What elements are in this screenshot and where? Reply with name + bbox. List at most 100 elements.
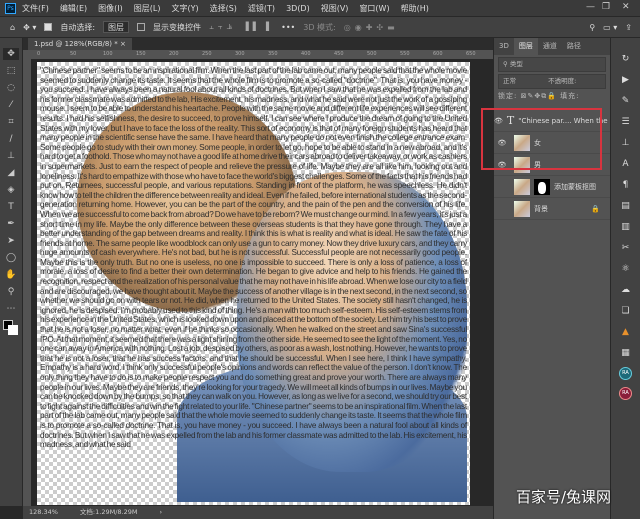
tools-scissors-icon[interactable]: ✂ (618, 241, 634, 255)
eraser-tool-icon[interactable]: ◢ (3, 167, 19, 179)
plugin-icon[interactable]: ▲ (618, 325, 634, 339)
menu-select[interactable]: 选择(S) (210, 3, 237, 14)
auto-select-checkbox[interactable] (44, 23, 53, 31)
menu-type[interactable]: 文字(Y) (171, 3, 198, 14)
marquee-tool-icon[interactable]: ⬚ (3, 65, 19, 77)
gradient-tool-icon[interactable]: ◈ (3, 184, 19, 196)
menu-edit[interactable]: 编辑(E) (60, 3, 87, 14)
stamp-tool-icon[interactable]: ⊥ (3, 150, 19, 162)
crop-tool-icon[interactable]: ⌗ (3, 116, 19, 128)
brush-tool-icon[interactable]: / (3, 133, 19, 145)
character-icon[interactable]: A (618, 157, 634, 171)
layer-name: 背景 (534, 204, 548, 213)
menu-layer[interactable]: 图层(L) (134, 3, 161, 14)
menu-image[interactable]: 图像(I) (98, 3, 123, 14)
menu-file[interactable]: 文件(F) (22, 3, 49, 14)
clone-source-icon[interactable]: ⊥ (618, 136, 634, 150)
menu-view[interactable]: 视图(V) (321, 3, 349, 14)
menu-help[interactable]: 帮助(H) (401, 3, 429, 14)
copy-icon[interactable]: ❏ (618, 304, 634, 318)
adjustments-icon[interactable]: ☰ (618, 115, 634, 129)
plugin-ra-teal-icon[interactable]: RA (619, 367, 632, 380)
tab-layers[interactable]: 图层 (513, 38, 538, 55)
document-tab[interactable]: 1.psd @ 128%(RGB/8) * × (28, 38, 132, 50)
blend-mode-dropdown[interactable]: 正常 不透明度: (498, 74, 606, 89)
pattern-icon[interactable]: ▦ (618, 346, 634, 360)
type-tool-icon[interactable]: T (3, 201, 19, 213)
ruler-tick: 150 (136, 51, 146, 57)
ruler-tick: 550 (400, 51, 410, 57)
ruler-tick: 0 (37, 51, 41, 57)
ruler-tick: 200 (169, 51, 179, 57)
share-icon[interactable]: ⇪ (625, 23, 632, 32)
auto-select-dropdown[interactable]: 图层 (103, 21, 130, 33)
more-tools-icon[interactable]: ⋯ (3, 303, 19, 315)
horizontal-ruler: 0 50 100 150 200 250 300 350 400 450 500 550 600 650 (23, 50, 493, 59)
cloud-icon[interactable]: ☁ (618, 283, 634, 297)
menu-window[interactable]: 窗口(W) (359, 3, 389, 14)
plugin-ra-red-icon[interactable]: RA (619, 387, 632, 400)
auto-select-label: 自动选择: (60, 22, 96, 32)
3d-mode-label: 3D 模式: (303, 22, 336, 32)
network-icon[interactable]: ⚛ (618, 262, 634, 276)
close-window-icon[interactable]: ✕ (622, 2, 630, 12)
hand-tool-icon[interactable]: ✋ (3, 269, 19, 281)
layer-background[interactable]: 背景 🔒 (494, 198, 610, 220)
layer-filter[interactable]: ⚲ 类型 (498, 57, 606, 72)
actions-play-icon[interactable]: ▶ (618, 73, 634, 87)
canvas-workspace: "Chinese partner" seems to be an inspira… (31, 59, 491, 506)
show-transform-label: 显示变换控件 (153, 22, 202, 32)
minimize-icon[interactable]: — (586, 2, 595, 12)
blend-mode-value: 正常 (503, 77, 516, 85)
3d-tools-icons[interactable]: ◎◉✚✣▬ (344, 23, 399, 32)
ruler-tick: 250 (202, 51, 212, 57)
align-icons[interactable]: ⫠⫟⫡ ▐▌▐ (209, 22, 273, 32)
shape-tool-icon[interactable]: ◯ (3, 252, 19, 264)
search-icon[interactable]: ⚲ (589, 23, 595, 32)
document-size: 文档:1.29M/8.29M (79, 508, 138, 516)
move-tool-icon[interactable]: ✥ ▾ (23, 23, 36, 32)
ruler-tick: 600 (433, 51, 443, 57)
lock-icons[interactable]: ⊠✎✥⧉🔒 (521, 92, 557, 100)
move-tool-icon[interactable]: ✥ (3, 48, 19, 60)
properties-icon[interactable]: ▤ (618, 199, 634, 213)
ruler-tick: 300 (235, 51, 245, 57)
lasso-tool-icon[interactable]: ◌ (3, 82, 19, 94)
zoom-tool-icon[interactable]: ⚲ (3, 286, 19, 298)
layer-name: 添加蒙板抠图 (554, 182, 596, 191)
notes-icon[interactable]: ▥ (618, 220, 634, 234)
workspace-icon[interactable]: ▭ ▾ (603, 23, 617, 32)
color-swatches[interactable] (3, 320, 19, 336)
path-select-icon[interactable]: ➤ (3, 235, 19, 247)
more-options-button[interactable]: ••• (281, 23, 295, 32)
brush-settings-icon[interactable]: ✎ (618, 94, 634, 108)
ruler-tick: 650 (466, 51, 476, 57)
vertical-ruler (23, 59, 31, 506)
watermark: 百家号/兔课网 (516, 488, 612, 506)
restore-icon[interactable]: ❐ (602, 2, 610, 12)
ruler-tick: 50 (70, 51, 77, 57)
show-transform-checkbox[interactable] (137, 23, 146, 31)
document-canvas[interactable]: "Chinese partner" seems to be an inspira… (37, 62, 470, 505)
options-bar: ⌂ ✥ ▾ 自动选择: 图层 显示变换控件 ⫠⫟⫡ ▐▌▐ ••• 3D 模式:… (0, 17, 640, 37)
layer-masked[interactable]: 添加蒙板抠图 (494, 176, 610, 198)
home-icon[interactable]: ⌂ (10, 23, 15, 32)
tab-3d[interactable]: 3D (494, 38, 514, 55)
history-icon[interactable]: ↻ (618, 52, 634, 66)
right-icon-strip: ↻ ▶ ✎ ☰ ⊥ A ¶ ▤ ▥ ✂ ⚛ ☁ ❏ ▲ ▦ RA RA (611, 38, 640, 519)
close-tab-icon[interactable]: × (120, 40, 126, 48)
layer-thumbnail (514, 178, 530, 195)
zoom-level[interactable]: 128.34% (29, 506, 58, 519)
ruler-tick: 500 (367, 51, 377, 57)
magic-wand-icon[interactable]: ⁄ (3, 99, 19, 111)
menu-filter[interactable]: 滤镜(T) (248, 3, 275, 14)
tab-channels[interactable]: 通道 (538, 38, 562, 55)
layer-mask-thumbnail[interactable] (534, 178, 550, 195)
status-arrow[interactable]: › (159, 506, 162, 519)
paragraph-icon[interactable]: ¶ (618, 178, 634, 192)
document-tab-bar: 1.psd @ 128%(RGB/8) * × (23, 38, 493, 50)
tab-paths[interactable]: 路径 (562, 38, 586, 55)
background-color[interactable] (8, 325, 18, 335)
menu-3d[interactable]: 3D(D) (286, 4, 310, 13)
pen-tool-icon[interactable]: ✒ (3, 218, 19, 230)
